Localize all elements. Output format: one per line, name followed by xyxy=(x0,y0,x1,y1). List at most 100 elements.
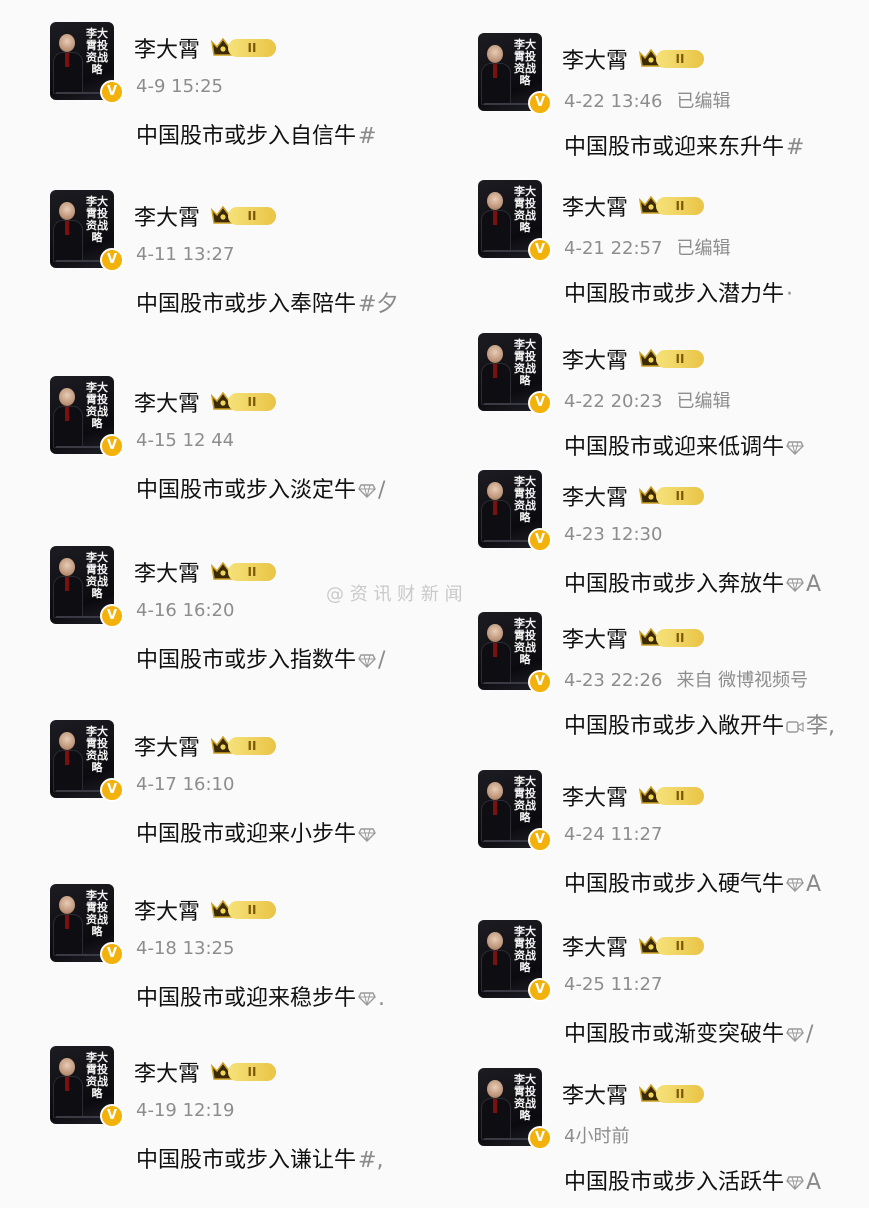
post-meta: 4-21 22:57 已编辑 xyxy=(564,234,730,260)
member-badge[interactable]: II xyxy=(210,204,278,228)
level-pill: II xyxy=(228,563,276,581)
weibo-post[interactable]: 李大霄投资战略 V 李大霄 II 4-19 12:19 中国股市或步入谦让牛#, xyxy=(50,1046,470,1186)
post-text: 中国股市或迎来低调牛 xyxy=(564,435,785,460)
weibo-post[interactable]: 李大霄投资战略 V 李大霄 II 4-18 13:25 中国股市或迎来稳步牛. xyxy=(50,884,470,1024)
post-meta: 4-22 13:46 已编辑 xyxy=(564,87,730,113)
username[interactable]: 李大霄 xyxy=(134,730,200,762)
portrait-head xyxy=(487,192,503,210)
username[interactable]: 李大霄 xyxy=(134,894,200,926)
portrait-tie xyxy=(65,751,69,765)
member-badge[interactable]: II xyxy=(638,1082,706,1106)
username[interactable]: 李大霄 xyxy=(562,780,628,812)
weibo-post[interactable]: 李大霄投资战略 V 李大霄 II 4-11 13:27 中国股市或步入奉陪牛#夕 xyxy=(50,190,470,330)
post-content[interactable]: 中国股市或步入活跃牛 A xyxy=(564,1164,821,1196)
post-content[interactable]: 中国股市或步入指数牛 / xyxy=(136,642,385,674)
member-badge[interactable]: II xyxy=(638,194,706,218)
weibo-post[interactable]: 李大霄投资战略 V 李大霄 II 4-17 16:10 中国股市或迎来小步牛 xyxy=(50,720,470,860)
verified-icon: V xyxy=(528,391,552,415)
member-badge[interactable]: II xyxy=(638,626,706,650)
weibo-post[interactable]: 李大霄投资战略 V 李大霄 II 4-22 13:46 已编辑 中国股市或迎来东升牛# xyxy=(478,33,869,173)
post-content[interactable]: 中国股市或步入淡定牛 / xyxy=(136,472,385,504)
weibo-post[interactable]: 李大霄投资战略 V 李大霄 II 4-16 16:20 中国股市或步入指数牛 / xyxy=(50,546,470,686)
username[interactable]: 李大霄 xyxy=(134,200,200,232)
member-badge[interactable]: II xyxy=(210,36,278,60)
post-tail: / xyxy=(378,648,386,673)
level-pill: II xyxy=(228,393,276,411)
post-time: 4-11 13:27 xyxy=(136,244,235,265)
member-badge[interactable]: II xyxy=(638,934,706,958)
username[interactable]: 李大霄 xyxy=(134,386,200,418)
member-badge[interactable]: II xyxy=(210,734,278,758)
post-content[interactable]: 中国股市或迎来小步牛 xyxy=(136,816,378,848)
member-badge[interactable]: II xyxy=(638,347,706,371)
weibo-post[interactable]: 李大霄投资战略 V 李大霄 II 4-15 12 44 中国股市或步入淡定牛 / xyxy=(50,376,470,516)
weibo-post[interactable]: 李大霄投资战略 V 李大霄 II 4-24 11:27 中国股市或步入硬气牛 A xyxy=(478,770,869,910)
username[interactable]: 李大霄 xyxy=(562,43,628,75)
username[interactable]: 李大霄 xyxy=(562,622,628,654)
verified-icon: V xyxy=(100,778,124,802)
post-meta: 4-24 11:27 xyxy=(564,824,676,845)
portrait-tie xyxy=(493,501,497,515)
level-pill: II xyxy=(656,50,704,68)
username[interactable]: 李大霄 xyxy=(562,480,628,512)
post-time: 4-16 16:20 xyxy=(136,600,235,621)
username[interactable]: 李大霄 xyxy=(562,1078,628,1110)
post-content[interactable]: 中国股市或步入奉陪牛#夕 xyxy=(136,286,398,318)
verified-icon: V xyxy=(100,248,124,272)
portrait-head xyxy=(59,202,75,220)
member-badge[interactable]: II xyxy=(638,784,706,808)
verified-icon: V xyxy=(100,604,124,628)
username[interactable]: 李大霄 xyxy=(562,930,628,962)
weibo-post[interactable]: 李大霄投资战略 V 李大霄 II 4-21 22:57 已编辑 中国股市或步入潜力牛· xyxy=(478,180,869,320)
verified-icon: V xyxy=(100,80,124,104)
username[interactable]: 李大霄 xyxy=(134,556,200,588)
username[interactable]: 李大霄 xyxy=(562,190,628,222)
member-badge[interactable]: II xyxy=(638,47,706,71)
post-content[interactable]: 中国股市或渐变突破牛 / xyxy=(564,1016,813,1048)
post-text: 中国股市或步入指数牛 xyxy=(136,648,357,673)
post-text: 中国股市或迎来稳步牛 xyxy=(136,986,357,1011)
weibo-post[interactable]: 李大霄投资战略 V 李大霄 II 4-25 11:27 中国股市或渐变突破牛 / xyxy=(478,920,869,1060)
post-content[interactable]: 中国股市或迎来低调牛 xyxy=(564,429,806,461)
member-badge[interactable]: II xyxy=(210,1060,278,1084)
book-title: 李大霄投资战略 xyxy=(86,27,108,76)
portrait-head xyxy=(59,732,75,750)
post-content[interactable]: 中国股市或步入敞开牛 李, xyxy=(564,708,835,740)
post-tail: #, xyxy=(358,1148,384,1173)
book-title: 李大霄投资战略 xyxy=(86,725,108,774)
post-tail: # xyxy=(358,124,377,149)
post-content[interactable]: 中国股市或迎来稳步牛. xyxy=(136,980,385,1012)
post-time: 4-22 13:46 xyxy=(564,91,663,112)
member-badge[interactable]: II xyxy=(210,898,278,922)
weibo-post[interactable]: 李大霄投资战略 V 李大霄 II 4-9 15:25 中国股市或步入自信牛# xyxy=(50,22,470,162)
weibo-post[interactable]: 李大霄投资战略 V 李大霄 II 4小时前 中国股市或步入活跃牛 A xyxy=(478,1068,869,1208)
level-pill: II xyxy=(656,629,704,647)
watermark: @ 资 讯 财 新 闻 xyxy=(326,584,463,605)
username[interactable]: 李大霄 xyxy=(562,343,628,375)
post-content[interactable]: 中国股市或步入潜力牛· xyxy=(564,276,793,308)
post-content[interactable]: 中国股市或步入自信牛# xyxy=(136,118,376,150)
weibo-post[interactable]: 李大霄投资战略 V 李大霄 II 4-23 22:26 来自 微博视频号 中国股市或步入敞开… xyxy=(478,612,869,752)
post-time: 4-21 22:57 xyxy=(564,238,663,259)
portrait-tie xyxy=(493,801,497,815)
portrait-head xyxy=(59,558,75,576)
post-content[interactable]: 中国股市或迎来东升牛# xyxy=(564,129,804,161)
verified-icon: V xyxy=(528,238,552,262)
username[interactable]: 李大霄 xyxy=(134,32,200,64)
portrait-tie xyxy=(493,1099,497,1113)
username[interactable]: 李大霄 xyxy=(134,1056,200,1088)
post-text: 中国股市或步入潜力牛 xyxy=(564,282,785,307)
member-badge[interactable]: II xyxy=(210,390,278,414)
portrait-tie xyxy=(65,1077,69,1091)
portrait-head xyxy=(487,345,503,363)
member-badge[interactable]: II xyxy=(638,484,706,508)
post-content[interactable]: 中国股市或步入谦让牛#, xyxy=(136,1142,383,1174)
weibo-post[interactable]: 李大霄投资战略 V 李大霄 II 4-23 12:30 中国股市或步入奔放牛 A xyxy=(478,470,869,610)
level-pill: II xyxy=(228,1063,276,1081)
diamond-gem-icon xyxy=(786,441,804,455)
post-content[interactable]: 中国股市或步入奔放牛 A xyxy=(564,566,821,598)
member-badge[interactable]: II xyxy=(210,560,278,584)
weibo-post[interactable]: 李大霄投资战略 V 李大霄 II 4-22 20:23 已编辑 中国股市或迎来低调牛 xyxy=(478,333,869,473)
diamond-gem-icon xyxy=(786,1028,804,1042)
post-content[interactable]: 中国股市或步入硬气牛 A xyxy=(564,866,821,898)
